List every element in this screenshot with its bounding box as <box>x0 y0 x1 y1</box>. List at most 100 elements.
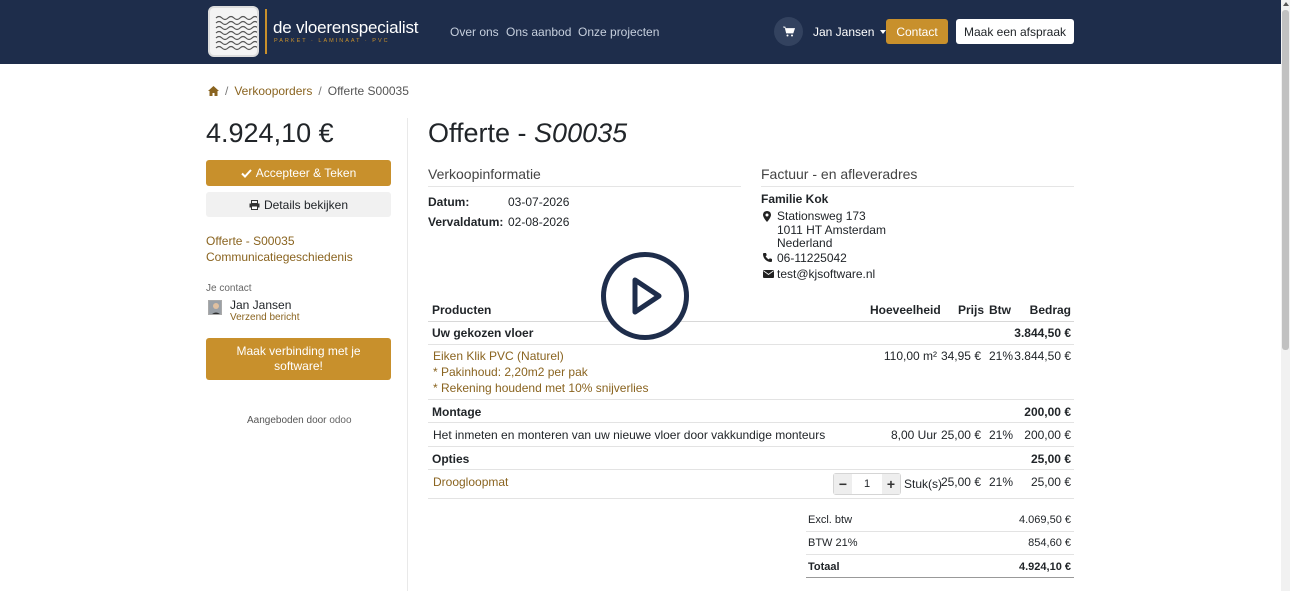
user-menu[interactable]: Jan Jansen <box>813 25 887 39</box>
page-title: Offerte - S00035 <box>428 118 627 149</box>
powered-by: Aangeboden door odoo <box>247 415 352 426</box>
accept-sign-label: Accepteer & Teken <box>255 166 357 180</box>
increase-quantity-button[interactable]: + <box>882 474 900 494</box>
subtotal-label: Excl. btw <box>808 514 853 526</box>
brand-tagline: PARKET · LAMINAAT · PVC <box>274 38 390 44</box>
product-qty: 8,00 Uur <box>890 428 937 442</box>
total-row: Totaal 4.924,10 € <box>806 555 1074 578</box>
section-name: Montage <box>432 405 482 419</box>
quantity-input[interactable]: 1 <box>852 474 882 494</box>
accept-sign-button[interactable]: Accepteer & Teken <box>206 160 391 186</box>
scroll-up-arrow-icon[interactable] <box>1283 2 1289 6</box>
user-menu-label: Jan Jansen <box>813 25 875 39</box>
quote-link[interactable]: Offerte - S00035 <box>206 234 295 248</box>
email-value: test@kjsoftware.nl <box>777 267 876 281</box>
product-price: 25,00 € <box>940 428 981 442</box>
quote-total-amount: 4.924,10 € <box>206 118 334 148</box>
print-icon <box>249 199 260 210</box>
table-row: Het inmeten en monteren van uw nieuwe vl… <box>428 423 1074 447</box>
quantity-stepper: − 1 + <box>833 473 901 495</box>
nav-link-over-ons[interactable]: Over ons <box>450 25 499 39</box>
play-video-button[interactable] <box>601 252 689 340</box>
table-section-row: Montage 200,00 € <box>428 400 1074 423</box>
product-vat: 21% <box>989 428 1014 442</box>
address-country: Nederland <box>777 236 833 250</box>
breadcrumb-orders-link[interactable]: Verkooporders <box>234 84 312 98</box>
avatar <box>208 300 222 315</box>
table-row: Eiken Klik PVC (Naturel) * Pakinhoud: 2,… <box>428 345 1074 400</box>
breadcrumb-separator: / <box>318 84 322 98</box>
play-icon <box>632 277 662 315</box>
product-vat: 21% <box>989 475 1014 489</box>
minus-icon: − <box>838 476 848 492</box>
section-total: 3.844,50 € <box>1014 326 1071 340</box>
send-message-link[interactable]: Verzend bericht <box>230 312 300 323</box>
communication-history-link[interactable]: Communicatiegeschiedenis <box>206 250 353 264</box>
view-details-label: Details bekijken <box>263 197 349 212</box>
contact-name: Jan Jansen <box>230 298 292 312</box>
phone-value: 06-11225042 <box>777 251 847 265</box>
envelope-icon <box>763 270 774 278</box>
vat-value: 854,60 € <box>1028 537 1071 549</box>
subtotal-row: Excl. btw 4.069,50 € <box>806 509 1074 532</box>
breadcrumb-current: Offerte S00035 <box>327 84 409 98</box>
home-icon[interactable] <box>208 86 219 96</box>
section-total: 200,00 € <box>1024 405 1071 419</box>
product-price: 25,00 € <box>940 475 981 489</box>
product-amount: 200,00 € <box>1024 428 1071 442</box>
nav-link-ons-aanbod[interactable]: Ons aanbod <box>506 25 571 39</box>
product-vat: 21% <box>989 349 1014 363</box>
product-name[interactable]: Eiken Klik PVC (Naturel) <box>433 349 564 363</box>
date-label: Datum: <box>428 195 470 209</box>
page-title-number: S00035 <box>534 118 628 148</box>
subtotal-value: 4.069,50 € <box>1019 514 1071 526</box>
product-amount: 3.844,50 € <box>1014 349 1071 363</box>
address-city: 1011 HT Amsterdam <box>777 223 886 237</box>
sales-info-heading: Verkoopinformatie <box>428 166 741 187</box>
logo-divider <box>265 9 267 54</box>
product-note: * Rekening houdend met 10% snijverlies <box>433 381 649 395</box>
product-qty: 110,00 m² <box>883 349 937 363</box>
powered-by-label: Aangeboden door <box>247 415 327 426</box>
plus-icon: + <box>886 476 896 492</box>
breadcrumb-separator: / <box>225 84 229 98</box>
cart-button[interactable] <box>774 17 803 46</box>
table-row: Droogloopmat Stuk(s) 25,00 € 21% 25,00 € <box>428 470 1074 499</box>
col-product: Producten <box>432 303 492 317</box>
contact-heading: Je contact <box>206 283 252 294</box>
product-name: Het inmeten en monteren van uw nieuwe vl… <box>433 428 826 442</box>
table-header: Producten Hoeveelheid Prijs Btw Bedrag <box>428 298 1074 322</box>
page-title-prefix: Offerte - <box>428 118 535 148</box>
phone-icon <box>763 253 772 262</box>
due-date-label: Vervaldatum: <box>428 215 504 229</box>
product-amount: 25,00 € <box>1030 475 1071 489</box>
map-marker-icon <box>763 211 771 222</box>
section-total: 25,00 € <box>1030 452 1071 466</box>
total-label: Totaal <box>808 561 840 573</box>
col-price: Prijs <box>958 303 985 317</box>
section-name: Uw gekozen vloer <box>432 326 534 340</box>
scrollbar-thumb[interactable] <box>1282 10 1289 350</box>
total-value: 4.924,10 € <box>1019 561 1071 573</box>
col-amount: Bedrag <box>1029 303 1071 317</box>
address-street: Stationsweg 173 <box>777 209 866 223</box>
col-qty: Hoeveelheid <box>870 303 941 317</box>
view-details-button[interactable]: Details bekijken <box>206 192 391 217</box>
product-name[interactable]: Droogloopmat <box>433 475 508 489</box>
col-vat: Btw <box>989 303 1011 317</box>
product-price: 34,95 € <box>940 349 981 363</box>
nav-link-onze-projecten[interactable]: Onze projecten <box>578 25 659 39</box>
odoo-logo[interactable]: odoo <box>329 415 351 426</box>
brand-name[interactable]: de vloerenspecialist <box>273 18 419 38</box>
decrease-quantity-button[interactable]: − <box>834 474 852 494</box>
contact-button[interactable]: Contact <box>886 19 948 44</box>
product-unit: Stuk(s) <box>904 477 943 491</box>
logo-icon[interactable] <box>208 6 259 57</box>
column-divider <box>407 118 408 591</box>
check-icon <box>241 168 252 178</box>
customer-name: Familie Kok <box>761 192 829 206</box>
cart-icon <box>782 26 795 37</box>
table-section-row: Uw gekozen vloer 3.844,50 € <box>428 322 1074 345</box>
connect-software-button[interactable]: Maak verbinding met je software! <box>206 338 391 380</box>
appointment-button[interactable]: Maak een afspraak <box>956 19 1074 44</box>
